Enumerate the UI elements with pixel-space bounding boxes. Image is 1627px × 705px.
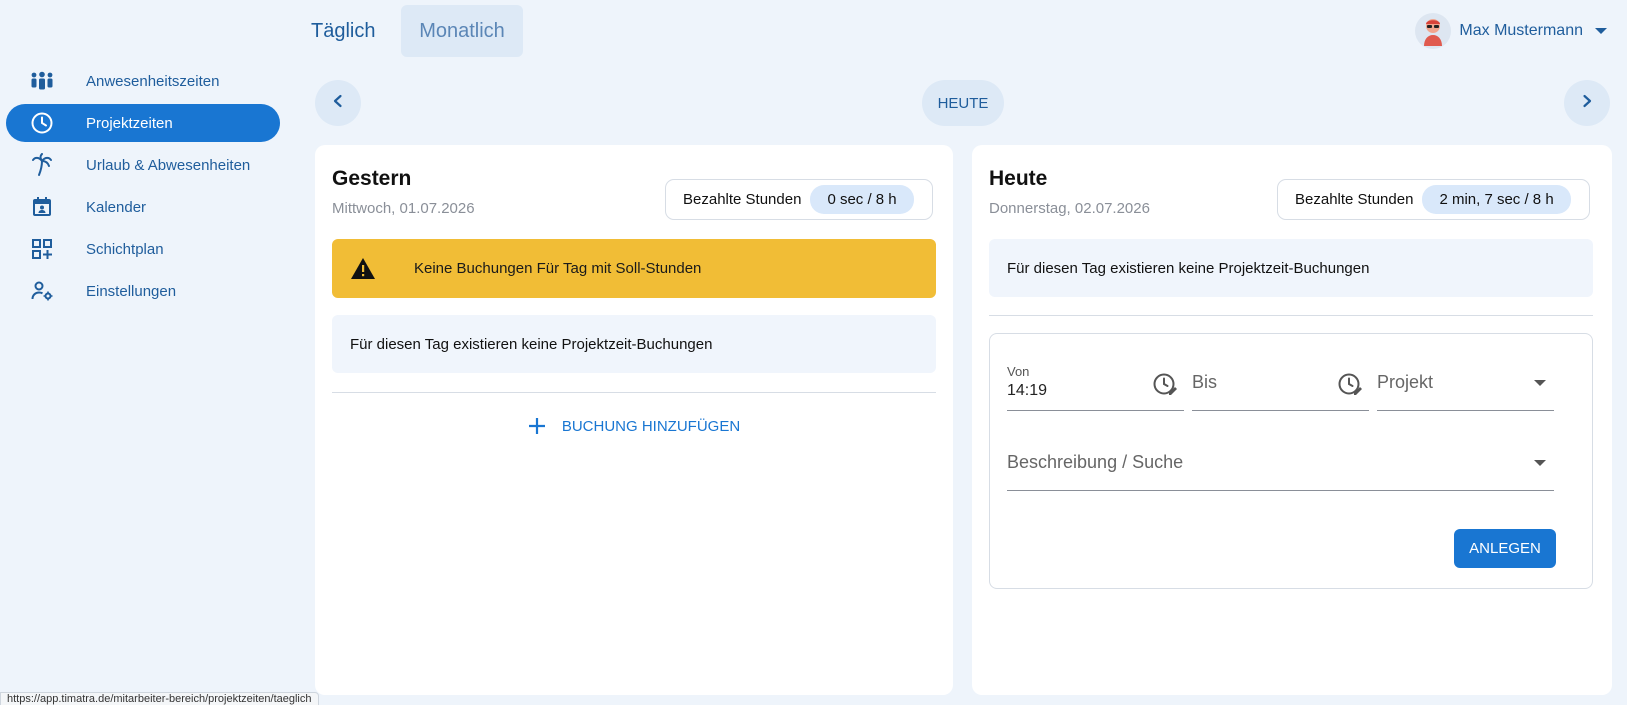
sidebar-item-label: Urlaub & Abwesenheiten <box>86 156 251 174</box>
sidebar-item-label: Anwesenheitszeiten <box>86 72 220 90</box>
add-booking-label: BUCHUNG HINZUFÜGEN <box>561 417 741 435</box>
sidebar-item-urlaub[interactable]: Urlaub & Abwesenheiten <box>6 146 280 184</box>
sidebar-item-kalender[interactable]: Kalender <box>6 188 280 226</box>
warning-icon <box>350 257 376 281</box>
sidebar-item-label: Projektzeiten <box>86 114 173 132</box>
chevron-down-icon <box>1595 28 1607 34</box>
sidebar-item-projektzeiten[interactable]: Projektzeiten <box>6 104 280 142</box>
paid-hours-label: Bezahlte Stunden <box>683 191 802 208</box>
chevron-right-icon <box>1580 94 1594 113</box>
divider <box>332 392 936 393</box>
tab-daily[interactable]: Täglich <box>311 5 375 57</box>
palm-tree-icon <box>24 153 60 177</box>
project-placeholder: Projekt <box>1377 372 1434 392</box>
chevron-left-icon <box>331 94 345 113</box>
card-date: Donnerstag, 02.07.2026 <box>989 200 1150 217</box>
next-day-button[interactable] <box>1564 80 1610 126</box>
card-title: Heute <box>989 167 1048 190</box>
yesterday-card: Gestern Mittwoch, 01.07.2026 Bezahlte St… <box>315 145 953 695</box>
sidebar-item-schichtplan[interactable]: Schichtplan <box>6 230 280 268</box>
today-card: Heute Donnerstag, 02.07.2026 Bezahlte St… <box>972 145 1612 695</box>
warning-banner: Keine Buchungen Für Tag mit Soll-Stunden <box>332 239 936 298</box>
previous-day-button[interactable] <box>315 80 361 126</box>
top-bar: Täglich Monatlich Max Mustermann <box>305 0 1627 60</box>
divider <box>989 315 1593 316</box>
sidebar-item-label: Einstellungen <box>86 282 177 300</box>
paid-hours-chip: 2 min, 7 sec / 8 h <box>1422 185 1571 214</box>
from-time-field[interactable]: Von 14:19 <box>1007 362 1184 411</box>
from-label: Von <box>1007 364 1030 379</box>
project-select[interactable]: Projekt <box>1377 362 1554 411</box>
booking-form: Von 14:19 Bis Projekt Beschreibung / Suc… <box>989 333 1593 589</box>
info-box: Für diesen Tag existieren keine Projektz… <box>989 239 1593 297</box>
to-time-field[interactable]: Bis <box>1192 362 1369 411</box>
user-name: Max Mustermann <box>1459 22 1583 39</box>
card-date: Mittwoch, 01.07.2026 <box>332 200 475 217</box>
to-placeholder: Bis <box>1192 372 1218 392</box>
sidebar-item-label: Schichtplan <box>86 240 164 258</box>
tab-monthly[interactable]: Monatlich <box>401 5 523 57</box>
grid-plus-icon <box>24 237 60 261</box>
user-settings-icon <box>24 279 60 303</box>
sidebar-item-einstellungen[interactable]: Einstellungen <box>6 272 280 310</box>
description-search-field[interactable]: Beschreibung / Suche <box>1007 442 1554 491</box>
sidebar-nav: Anwesenheitszeiten Projektzeiten Urlaub … <box>6 62 280 314</box>
plus-icon <box>528 413 546 439</box>
chevron-down-icon <box>1534 460 1546 466</box>
sidebar: Anwesenheitszeiten Projektzeiten Urlaub … <box>0 0 290 705</box>
add-booking-button[interactable]: BUCHUNG HINZUFÜGEN <box>315 413 953 439</box>
people-icon <box>24 69 60 93</box>
clock-edit-icon[interactable] <box>1337 372 1363 398</box>
avatar <box>1415 13 1452 49</box>
card-title: Gestern <box>332 167 412 190</box>
sidebar-item-label: Kalender <box>86 198 147 216</box>
paid-hours-box: Bezahlte Stunden 0 sec / 8 h <box>665 179 933 220</box>
warning-text: Keine Buchungen Für Tag mit Soll-Stunden <box>414 260 702 277</box>
create-button[interactable]: ANLEGEN <box>1454 529 1556 568</box>
from-value: 14:19 <box>1007 382 1048 399</box>
clock-icon <box>24 111 60 135</box>
info-box: Für diesen Tag existieren keine Projektz… <box>332 315 936 373</box>
sidebar-item-anwesenheitszeiten[interactable]: Anwesenheitszeiten <box>6 62 280 100</box>
description-placeholder: Beschreibung / Suche <box>1007 452 1184 472</box>
chevron-down-icon <box>1534 380 1546 386</box>
paid-hours-label: Bezahlte Stunden <box>1295 191 1414 208</box>
clock-edit-icon[interactable] <box>1152 372 1178 398</box>
paid-hours-chip: 0 sec / 8 h <box>810 185 914 214</box>
user-menu[interactable]: Max Mustermann <box>1415 12 1607 50</box>
status-bar-url: https://app.timatra.de/mitarbeiter-berei… <box>0 692 319 705</box>
today-button[interactable]: HEUTE <box>922 80 1004 126</box>
calendar-icon <box>24 195 60 219</box>
paid-hours-box: Bezahlte Stunden 2 min, 7 sec / 8 h <box>1277 179 1590 220</box>
